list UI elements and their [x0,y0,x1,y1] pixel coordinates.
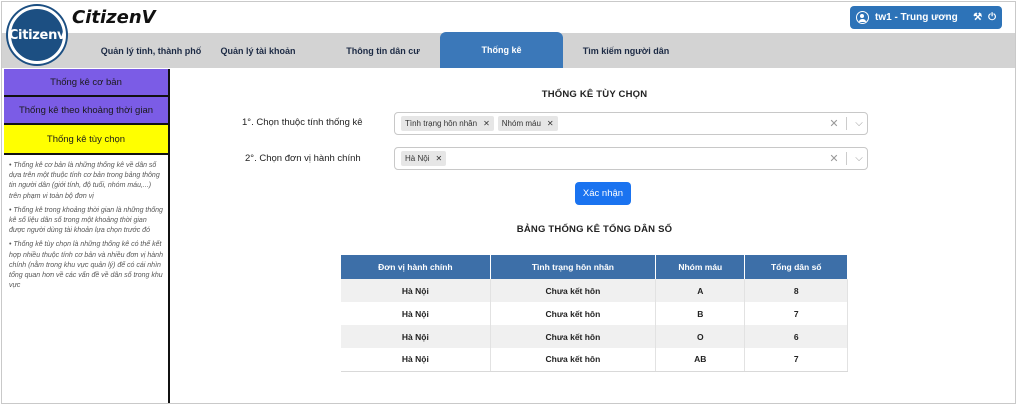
attr-multiselect[interactable]: Tình trạng hôn nhân ✕ Nhóm máu ✕ ✕ ⌵ [394,112,868,135]
table-header-row: Đơn vị hành chính Tình trạng hôn nhân Nh… [341,255,848,279]
brand-title: CitizenV [72,7,156,28]
cell-total: 7 [744,348,848,372]
nav-thong-tin-dan-cu[interactable]: Thông tin dân cư [332,33,434,68]
col-header: Tổng dân số [744,255,848,279]
cell-blood: AB [655,348,746,372]
separator [846,152,847,165]
sidebar-item-khoang-thoi-gian[interactable]: Thống kê theo khoảng thời gian [4,97,168,125]
cell-unit: Hà Nội [341,302,491,325]
cell-marital: Chưa kết hôn [490,325,657,348]
chevron-down-icon[interactable]: ⌵ [851,153,867,164]
nav-tim-kiem[interactable]: Tìm kiếm người dân [574,33,678,68]
clear-icon[interactable]: ✕ [826,152,842,165]
cell-blood: A [655,279,746,302]
citizenv-logo[interactable]: Citizenv [8,6,66,64]
cell-marital: Chưa kết hôn [490,348,657,372]
table-row: Hà Nội Chưa kết hôn A 8 [341,279,848,302]
tag-label: Nhóm máu [501,119,541,128]
select-controls: ✕ ⌵ [826,113,867,134]
unit-tag: Hà Nội ✕ [401,151,447,166]
cell-total: 7 [744,302,848,325]
cell-marital: Chưa kết hôn [490,302,657,325]
cell-unit: Hà Nội [341,348,491,372]
attr-tag: Nhóm máu ✕ [497,116,558,131]
logo-text: Citizenv [8,27,66,43]
separator [846,117,847,130]
sidebar-item-co-ban[interactable]: Thống kê cơ bản [4,69,168,97]
top-nav: Quản lý tỉnh, thành phố Quản lý tài khoả… [2,32,1015,68]
user-icon [856,11,869,24]
attr-label: 1°. Chọn thuộc tính thống kê [242,117,363,128]
tag-label: Tình trạng hôn nhân [405,119,478,128]
stats-table: Đơn vị hành chính Tình trạng hôn nhân Nh… [341,255,848,372]
sidebar: Thống kê cơ bản Thống kê theo khoảng thờ… [4,69,170,403]
cell-blood: O [655,325,746,348]
clear-icon[interactable]: ✕ [826,117,842,130]
main-content: THỐNG KÊ TÙY CHỌN 1°. Chọn thuộc tính th… [172,69,1015,403]
cell-total: 8 [744,279,848,302]
remove-tag-icon[interactable]: ✕ [483,119,490,128]
attr-tag: Tình trạng hôn nhân ✕ [401,116,494,131]
unit-multiselect[interactable]: Hà Nội ✕ ✕ ⌵ [394,147,868,170]
note-tuy-chon: • Thống kê tùy chọn là những thống kê có… [9,241,163,290]
sidebar-notes: • Thống kê cơ bản là những thống kê về d… [4,155,168,291]
cell-unit: Hà Nội [341,279,491,302]
cell-blood: B [655,302,746,325]
sidebar-item-tuy-chon[interactable]: Thống kê tùy chọn [4,125,168,155]
page-title: THỐNG KÊ TÙY CHỌN [541,89,648,100]
cell-marital: Chưa kết hôn [490,279,657,302]
table-row: Hà Nội Chưa kết hôn B 7 [341,302,848,325]
col-header: Đơn vị hành chính [341,255,491,279]
user-name: tw1 - Trung ương [875,12,958,23]
unit-label: 2°. Chọn đơn vị hành chính [245,153,361,164]
user-menu[interactable]: tw1 - Trung ương ⚒ ⏻ [850,6,1002,29]
table-row: Hà Nội Chưa kết hôn AB 7 [341,348,848,372]
cell-unit: Hà Nội [341,325,491,348]
remove-tag-icon[interactable]: ✕ [547,119,554,128]
note-khoang-thoi-gian: • Thống kê trong khoảng thời gian là nhữ… [9,206,163,235]
note-co-ban: • Thống kê cơ bản là những thống kê về d… [9,162,160,200]
table-row: Hà Nội Chưa kết hôn O 6 [341,325,848,348]
col-header: Nhóm máu [655,255,746,279]
table-title: BẢNG THỐNG KÊ TỔNG DÂN SỐ [516,224,673,235]
app-frame: Citizenv CitizenV tw1 - Trung ương ⚒ ⏻ Q… [1,1,1016,404]
tag-label: Hà Nội [405,154,430,163]
logout-icon[interactable]: ⏻ [988,12,996,23]
tools-icon[interactable]: ⚒ [973,12,982,23]
chevron-down-icon[interactable]: ⌵ [851,118,867,129]
nav-quan-ly-tai-khoan[interactable]: Quản lý tài khoản [206,33,310,68]
col-header: Tình trạng hôn nhân [490,255,657,279]
remove-tag-icon[interactable]: ✕ [435,154,442,163]
confirm-button[interactable]: Xác nhận [575,182,631,205]
nav-thong-ke[interactable]: Thống kê [440,32,563,68]
cell-total: 6 [744,325,848,348]
select-controls: ✕ ⌵ [826,148,867,169]
